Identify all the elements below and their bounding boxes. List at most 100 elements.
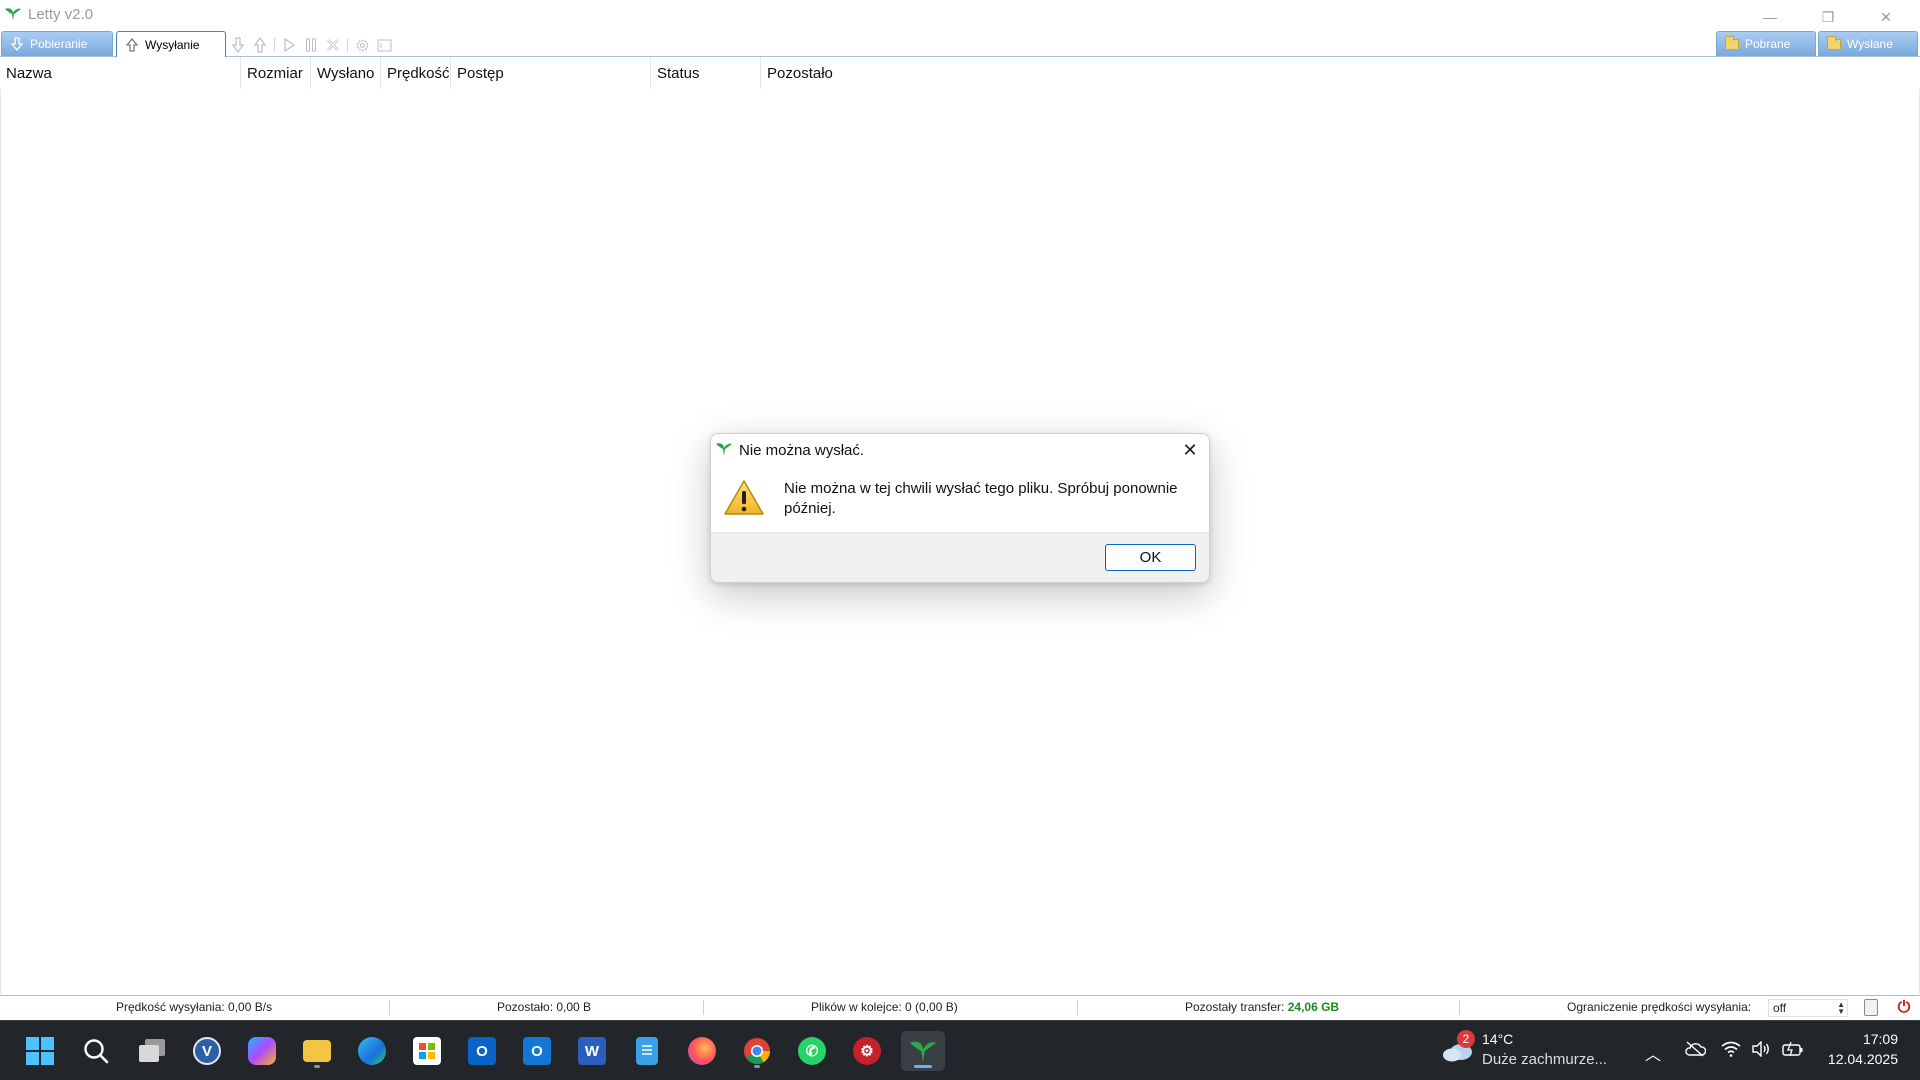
search-icon xyxy=(84,1039,109,1064)
minimize-button[interactable]: — xyxy=(1741,2,1799,32)
windows-logo-icon xyxy=(26,1037,54,1065)
download-icon[interactable] xyxy=(230,36,246,54)
toolbar xyxy=(230,35,392,55)
status-separator xyxy=(389,1000,390,1015)
info-icon[interactable] xyxy=(376,36,392,54)
copilot-icon xyxy=(248,1037,276,1065)
transfer-status: Pozostały transfer: 24,06 GB xyxy=(1185,1000,1339,1014)
folder-icon xyxy=(1725,35,1739,51)
taskbar-app-firefox[interactable] xyxy=(682,1031,722,1071)
dialog-title: Nie można wysłać. xyxy=(739,442,865,459)
speed-limit-value: off xyxy=(1773,1001,1787,1015)
taskbar-app-whatsapp[interactable]: ✆ xyxy=(792,1031,832,1071)
column-header-name[interactable]: Nazwa xyxy=(0,57,241,89)
transfer-value: 24,06 GB xyxy=(1287,1000,1340,1014)
weather-description[interactable]: Duże zachmurze... xyxy=(1482,1051,1607,1068)
task-view-button[interactable] xyxy=(132,1031,172,1071)
taskbar-app-security[interactable]: ⚙ xyxy=(847,1031,887,1071)
letty-logo-icon xyxy=(910,1041,936,1063)
minimize-icon: — xyxy=(1763,9,1777,25)
taskbar-app-word[interactable]: W xyxy=(572,1031,612,1071)
clock-time[interactable]: 17:09 xyxy=(1822,1031,1898,1047)
whatsapp-icon: ✆ xyxy=(798,1037,826,1065)
onedrive-offline-icon[interactable] xyxy=(1684,1041,1707,1062)
ok-button[interactable]: OK xyxy=(1105,544,1196,571)
folder-icon xyxy=(1827,35,1841,51)
restore-button[interactable]: ❐ xyxy=(1799,2,1857,32)
column-header-remaining[interactable]: Pozostało xyxy=(761,57,871,89)
taskbar-app-letty[interactable] xyxy=(901,1031,945,1071)
tab-upload[interactable]: Wysyłanie xyxy=(116,31,226,57)
close-icon: ✕ xyxy=(1880,8,1892,25)
tab-upload-label: Wysyłanie xyxy=(145,37,200,52)
dialog-close-button[interactable]: ✕ xyxy=(1175,436,1205,464)
taskbar-app-copilot[interactable] xyxy=(242,1031,282,1071)
active-indicator xyxy=(914,1065,932,1068)
outlook-classic-icon: O xyxy=(523,1037,551,1065)
taskbar-app-outlook-classic[interactable]: O xyxy=(517,1031,557,1071)
security-app-icon: ⚙ xyxy=(853,1037,881,1065)
tab-download-label: Pobieranie xyxy=(30,37,88,51)
clock-date[interactable]: 12.04.2025 xyxy=(1812,1051,1898,1067)
upload-speed-status: Prędkość wysyłania: 0,00 B/s xyxy=(116,1000,273,1014)
taskbar-app-file-explorer[interactable] xyxy=(297,1031,337,1071)
status-bar: Prędkość wysyłania: 0,00 B/s Pozostało: … xyxy=(0,995,1920,1019)
weather-temperature[interactable]: 14°C xyxy=(1482,1031,1513,1047)
volume-icon[interactable] xyxy=(1751,1040,1771,1062)
taskbar-app-store[interactable] xyxy=(407,1031,447,1071)
tab-downloaded-folder[interactable]: Pobrane xyxy=(1716,31,1816,56)
edge-icon xyxy=(358,1037,386,1065)
status-separator xyxy=(703,1000,704,1015)
dialog-footer: OK xyxy=(711,532,1209,582)
warning-icon xyxy=(724,480,764,515)
taskbar-app-chrome[interactable] xyxy=(737,1031,777,1071)
arrow-up-icon xyxy=(125,37,139,52)
battery-charging-icon[interactable] xyxy=(1782,1041,1804,1062)
start-button[interactable] xyxy=(20,1031,60,1071)
tab-sent-folder[interactable]: Wysłane xyxy=(1818,31,1918,56)
power-off-icon[interactable]: ⏻ xyxy=(1895,999,1913,1017)
cancel-icon[interactable] xyxy=(325,36,341,54)
restore-icon: ❐ xyxy=(1821,8,1835,25)
settings-icon[interactable] xyxy=(354,36,370,54)
outlook-icon: O xyxy=(468,1037,496,1065)
close-window-button[interactable]: ✕ xyxy=(1857,2,1915,32)
tab-downloaded-label: Pobrane xyxy=(1745,37,1791,51)
spinner-arrows-icon[interactable]: ▲ ▼ xyxy=(1837,1001,1845,1016)
play-icon[interactable] xyxy=(281,36,297,54)
pause-icon[interactable] xyxy=(303,36,319,54)
app-title: Letty v2.0 xyxy=(28,6,94,23)
taskbar-app-notepad[interactable] xyxy=(627,1031,667,1071)
running-indicator xyxy=(754,1065,760,1068)
transfer-label: Pozostały transfer: xyxy=(1185,1000,1285,1014)
chevron-up-icon[interactable]: ︿ xyxy=(1645,1041,1661,1065)
error-dialog: Nie można wysłać. ✕ Nie można w tej chwi… xyxy=(710,433,1210,583)
search-button[interactable] xyxy=(76,1031,116,1071)
folder-icon xyxy=(303,1040,331,1062)
column-header-size[interactable]: Rozmiar xyxy=(241,57,311,89)
letty-logo-icon xyxy=(716,443,732,456)
chrome-icon xyxy=(744,1038,771,1064)
taskbar-app-outlook[interactable]: O xyxy=(462,1031,502,1071)
status-separator xyxy=(1459,1000,1460,1015)
column-header-status[interactable]: Status xyxy=(651,57,761,89)
tab-download[interactable]: Pobieranie xyxy=(1,31,113,56)
clipboard-icon[interactable] xyxy=(1864,999,1878,1016)
wifi-icon[interactable] xyxy=(1721,1041,1741,1062)
dialog-message: Nie można w tej chwili wysłać tego pliku… xyxy=(784,480,1178,517)
toolbar-separator xyxy=(347,38,348,52)
column-header-speed[interactable]: Prędkość xyxy=(381,57,451,89)
notepad-icon xyxy=(636,1037,658,1065)
word-icon: W xyxy=(578,1037,606,1065)
remaining-status: Pozostało: 0,00 B xyxy=(497,1000,592,1014)
toolbar-separator xyxy=(274,38,275,52)
taskbar-app-edge[interactable] xyxy=(352,1031,392,1071)
speed-limit-input[interactable]: off ▲ ▼ xyxy=(1768,999,1848,1017)
weather-alert-badge: 2 xyxy=(1457,1030,1475,1048)
upload-icon[interactable] xyxy=(252,36,268,54)
taskbar-app-vpn[interactable]: V xyxy=(187,1031,227,1071)
task-view-icon xyxy=(139,1039,165,1062)
running-indicator xyxy=(314,1065,320,1068)
column-header-progress[interactable]: Postęp xyxy=(451,57,651,89)
column-header-sent[interactable]: Wysłano xyxy=(311,57,381,89)
